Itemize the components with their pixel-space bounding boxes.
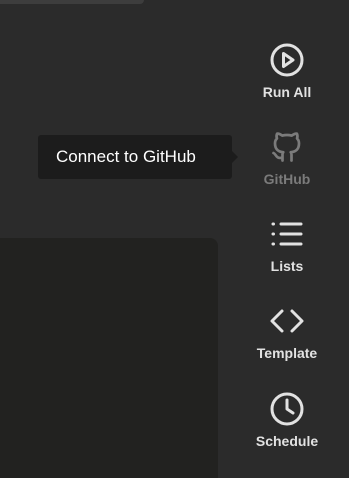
github-icon [269,129,305,165]
lists-label: Lists [270,258,304,274]
run-all-button[interactable]: Run All [250,42,324,100]
top-scroll-strip [0,0,144,4]
action-sidebar: Run All GitHub Lists Template Schedule [250,0,324,473]
clock-icon [269,391,305,427]
play-circle-icon [269,42,305,78]
github-tooltip: Connect to GitHub [38,135,232,179]
content-panel [0,238,218,478]
template-button[interactable]: Template [250,303,324,361]
list-icon [269,216,305,252]
code-brackets-icon [269,303,305,339]
github-button[interactable]: GitHub [250,129,324,187]
lists-button[interactable]: Lists [250,216,324,274]
tooltip-text: Connect to GitHub [56,147,196,166]
schedule-button[interactable]: Schedule [250,391,324,449]
template-label: Template [256,345,318,361]
run-all-label: Run All [262,84,312,100]
tooltip-arrow [232,151,238,163]
github-label: GitHub [263,171,311,187]
schedule-label: Schedule [255,433,319,449]
